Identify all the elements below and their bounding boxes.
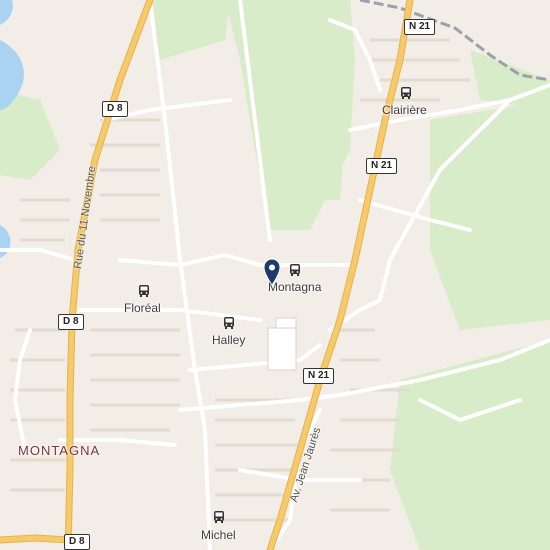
bus-stop-label-floreal[interactable]: Floréal: [124, 301, 161, 315]
bus-icon[interactable]: [213, 510, 225, 524]
map-pin-icon[interactable]: [263, 258, 281, 286]
bus-icon[interactable]: [400, 86, 412, 100]
bus-icon[interactable]: [223, 316, 235, 330]
map-view[interactable]: N 21 N 21 N 21 D 8 D 8 D 8 Rue du 11 Nov…: [0, 0, 550, 550]
road-shield-d8-bot: D 8: [64, 534, 90, 550]
bus-stop-label-halley[interactable]: Halley: [212, 333, 245, 347]
town-label: MONTAGNA: [18, 443, 101, 458]
bus-stop-label-clairiere[interactable]: Clairière: [382, 103, 427, 117]
road-shield-n21-top: N 21: [404, 19, 436, 35]
bus-stop-label-michel[interactable]: Michel: [201, 528, 236, 542]
road-shield-n21-mid: N 21: [366, 158, 398, 174]
bus-icon[interactable]: [289, 263, 301, 277]
road-shield-d8-top: D 8: [102, 101, 128, 117]
road-shield-n21-low: N 21: [303, 368, 335, 384]
bus-icon[interactable]: [138, 284, 150, 298]
road-shield-d8-mid: D 8: [58, 314, 84, 330]
